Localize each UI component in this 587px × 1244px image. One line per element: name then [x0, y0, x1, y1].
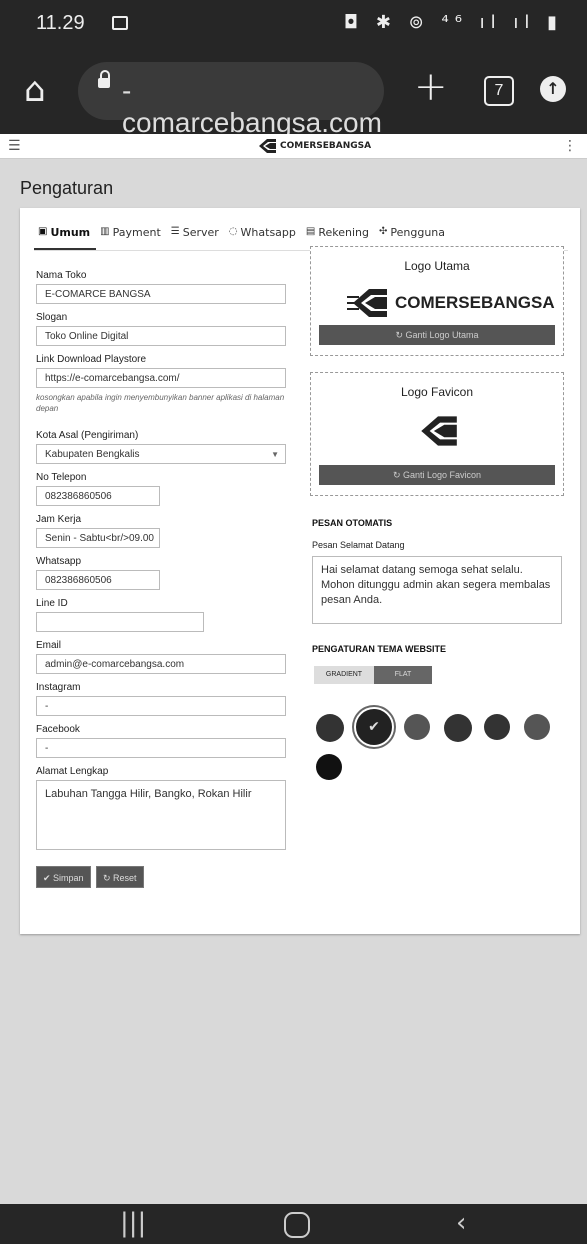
slogan-label: Slogan — [36, 312, 68, 323]
nama-toko-label: Nama Toko — [36, 270, 87, 281]
brand-name: COMERSEBANGSA — [280, 141, 372, 151]
page-title: Pengaturan — [20, 178, 114, 198]
system-navigation-bar: ||| ‹ — [0, 1204, 587, 1244]
tab-icon: ☰ — [170, 226, 180, 237]
web-page: ☰ COMERSEBANGSA ⋮ Pengaturan ▣ Umum ▥ Paym… — [0, 134, 587, 1204]
browser-toolbar: ⌂ -comarcebangsa.com + 7 ↑ — [0, 48, 587, 138]
slogan-input[interactable]: Toko Online Digital — [36, 326, 286, 346]
color-swatch[interactable] — [484, 714, 510, 740]
color-swatch[interactable] — [524, 714, 550, 740]
tab-label: Rekening — [318, 226, 369, 239]
tab-icon: ▤ — [305, 226, 316, 237]
instagram-label: Instagram — [36, 682, 81, 693]
jam-label: Jam Kerja — [36, 514, 82, 525]
tema-toggle: GRADIENT FLAT — [314, 666, 432, 684]
tab-label: Payment — [112, 226, 161, 239]
kota-value: Kabupaten Bengkalis — [45, 449, 140, 460]
instagram-input[interactable]: - — [36, 696, 286, 716]
pesan-section-title: PESAN OTOMATIS — [312, 518, 393, 528]
kota-label: Kota Asal (Pengiriman) — [36, 430, 139, 441]
facebook-label: Facebook — [36, 724, 80, 735]
tab-icon: ◌ — [228, 226, 238, 237]
recent-apps-icon[interactable]: ||| — [120, 1208, 146, 1238]
tab-label: Whatsapp — [240, 226, 296, 239]
hamburger-icon[interactable]: ☰ — [8, 138, 21, 154]
tab-whatsapp[interactable]: ◌ Whatsapp — [225, 222, 302, 248]
playstore-label: Link Download Playstore — [36, 354, 147, 365]
flat-option[interactable]: FLAT — [374, 666, 432, 684]
color-swatch[interactable] — [404, 714, 430, 740]
status-bar: 11.29 ◘ ✱ ⊚ ⁴⁶ ıl ıl ▮ — [0, 0, 587, 48]
playstore-input[interactable]: https://e-comarcebangsa.com/ — [36, 368, 286, 388]
logo-favicon-title: Logo Favicon — [400, 385, 474, 399]
brand-logo-icon — [259, 139, 276, 153]
email-input[interactable]: admin@e-comarcebangsa.com — [36, 654, 286, 674]
tab-count-button[interactable]: 7 — [484, 76, 514, 106]
tab-umum[interactable]: ▣ Umum — [34, 222, 97, 250]
tab-icon: ✣ — [379, 226, 388, 237]
tema-section-title: PENGATURAN TEMA WEBSITE — [312, 644, 446, 654]
tab-pengguna[interactable]: ✣ Pengguna — [375, 222, 451, 248]
home-nav-icon[interactable] — [284, 1212, 310, 1238]
new-tab-icon[interactable]: + — [414, 64, 448, 110]
gradient-option[interactable]: GRADIENT — [314, 666, 374, 684]
back-icon[interactable]: ‹ — [456, 1208, 466, 1238]
tab-label: Server — [182, 226, 219, 239]
brand-logo-icon — [347, 289, 387, 317]
chevron-down-icon: ▼ — [271, 450, 279, 459]
site-logo[interactable]: COMERSEBANGSA — [256, 136, 371, 156]
upload-icon[interactable]: ↑ — [540, 76, 566, 102]
tab-payment[interactable]: ▥ Payment — [96, 222, 167, 248]
alamat-textarea[interactable]: Labuhan Tangga Hilir, Bangko, Rokan Hili… — [36, 780, 286, 850]
address-bar[interactable]: -comarcebangsa.com — [78, 62, 384, 138]
favicon-icon — [421, 416, 457, 446]
color-swatch[interactable] — [316, 714, 344, 742]
site-header: ☰ COMERSEBANGSA ⋮ — [0, 134, 587, 159]
tab-icon: ▥ — [100, 226, 110, 237]
tab-rekening[interactable]: ▤ Rekening — [302, 222, 375, 248]
settings-card: ▣ Umum ▥ Payment ☰ Server ◌ Whatsapp ▤ Rekeni… — [20, 208, 580, 934]
logo-utama-title: Logo Utama — [404, 259, 470, 273]
telepon-label: No Telepon — [36, 472, 87, 483]
pesan-textarea[interactable]: Hai selamat datang semoga sehat selalu. … — [312, 556, 562, 624]
logo-utama-brand: COMERSEBANGSA — [395, 293, 555, 312]
email-label: Email — [36, 640, 62, 651]
status-time: 11.29 — [36, 12, 85, 34]
gallery-icon — [112, 16, 128, 30]
color-swatch[interactable] — [444, 714, 472, 742]
tab-label: Pengguna — [390, 226, 446, 239]
logo-utama-preview: COMERSEBANGSA — [347, 287, 555, 319]
ganti-logo-utama-button[interactable]: ↻ Ganti Logo Utama — [319, 325, 555, 345]
home-icon[interactable]: ⌂ — [24, 70, 46, 110]
tab-server[interactable]: ☰ Server — [167, 222, 225, 248]
line-input[interactable] — [36, 612, 204, 632]
more-icon[interactable]: ⋮ — [563, 138, 577, 154]
save-button[interactable]: ✔ Simpan — [36, 866, 91, 888]
ganti-logo-favicon-button[interactable]: ↻ Ganti Logo Favicon — [319, 465, 555, 485]
telepon-input[interactable]: 082386860506 — [36, 486, 160, 506]
logo-favicon-box: Logo Favicon ↻ Ganti Logo Favicon — [310, 372, 564, 496]
url-text: -comarcebangsa.com — [122, 75, 382, 138]
playstore-help: kosongkan apabila ingin menyembunyikan b… — [36, 393, 285, 413]
whatsapp-input[interactable]: 082386860506 — [36, 570, 160, 590]
reset-button[interactable]: ↻ Reset — [96, 866, 144, 888]
whatsapp-label: Whatsapp — [36, 556, 82, 567]
line-label: Line ID — [36, 598, 68, 609]
nama-toko-input[interactable]: E-COMARCE BANGSA — [36, 284, 286, 304]
tab-icon: ▣ — [38, 226, 48, 237]
facebook-input[interactable]: - — [36, 738, 286, 758]
kota-select[interactable]: Kabupaten Bengkalis ▼ — [36, 444, 286, 464]
check-icon: ✔ — [368, 719, 380, 735]
tab-label: Umum — [50, 226, 91, 239]
color-swatch-selected[interactable]: ✔ — [354, 707, 394, 747]
jam-input[interactable]: Senin - Sabtu<br/>09.00 — [36, 528, 160, 548]
alamat-label: Alamat Lengkap — [36, 766, 109, 777]
logo-utama-box: Logo Utama COMERSEBANGSA ↻ Ganti Logo Ut… — [310, 246, 564, 356]
status-icons: ◘ ✱ ⊚ ⁴⁶ ıl ıl ▮ — [343, 12, 563, 33]
lock-icon — [98, 70, 110, 88]
color-swatch[interactable] — [316, 754, 342, 780]
pesan-label: Pesan Selamat Datang — [312, 540, 405, 550]
